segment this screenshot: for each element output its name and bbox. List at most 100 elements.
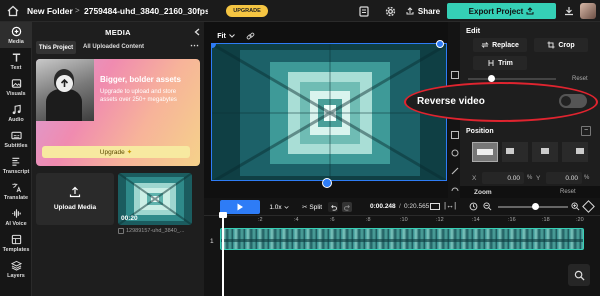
undo-icon[interactable]: [328, 202, 338, 212]
transcript-icon: [11, 157, 19, 166]
share-label: Share: [417, 6, 441, 16]
upgrade-label: UPGRADE: [233, 8, 261, 14]
timeline-search-button[interactable]: [568, 264, 590, 286]
zoom-slider-handle[interactable]: [532, 203, 539, 210]
video-track-clip[interactable]: [220, 228, 584, 250]
effects-icon[interactable]: [450, 148, 459, 157]
timeline: 1.0x ✂ Split 0:00.248 / 0:20.565 |↔| :2 …: [204, 198, 600, 296]
visuals-icon: [11, 78, 21, 88]
zoom-out-icon[interactable]: [482, 201, 493, 212]
fit-dropdown[interactable]: Fit: [214, 30, 238, 42]
promo-text: Upgrade to upload and store assets over …: [100, 89, 177, 103]
breadcrumb-separator: >: [75, 6, 80, 15]
time-separator: /: [399, 203, 401, 210]
playhead[interactable]: [222, 214, 224, 296]
rail-item-text[interactable]: Text: [0, 48, 32, 74]
replace-label: Replace: [492, 41, 519, 49]
y-value: 0.00: [565, 175, 578, 182]
rail-item-subtitles[interactable]: Subtitles: [0, 126, 32, 152]
translate-icon: [11, 182, 21, 192]
tab-this-project[interactable]: This Project: [36, 41, 76, 54]
project-name[interactable]: 2759484-uhd_3840_2160_30fps: [84, 6, 208, 16]
export-project-button[interactable]: Export Project: [447, 3, 556, 19]
reverse-video-toggle[interactable]: [559, 94, 587, 108]
x-position-input[interactable]: 0.00: [482, 172, 524, 184]
upload-arrow-icon: [56, 75, 73, 92]
position-title: Position: [466, 128, 494, 135]
rail-item-audio[interactable]: Audio: [0, 100, 32, 126]
search-icon: [574, 270, 585, 281]
playhead-handle[interactable]: [219, 212, 227, 218]
position-preset-2[interactable]: [502, 142, 528, 162]
resize-handle-tr[interactable]: [436, 40, 444, 48]
trim-icon: [488, 60, 494, 66]
upgrade-button[interactable]: UPGRADE: [226, 5, 268, 17]
collapse-position-icon[interactable]: −: [581, 126, 591, 136]
rail-label: Templates: [2, 246, 30, 253]
volume-slider-handle[interactable]: [488, 75, 495, 82]
rail-item-templates[interactable]: Templates: [0, 230, 32, 256]
zoom-label: Zoom: [474, 189, 492, 196]
rail-label: Subtitles: [4, 142, 28, 149]
media-clip-thumbnail[interactable]: 00:20: [118, 173, 192, 225]
share-icon: [406, 7, 414, 15]
video-frame: [212, 44, 446, 180]
speed-dropdown[interactable]: 1.0x: [266, 201, 292, 213]
waveform-toggle-icon[interactable]: [582, 200, 595, 213]
tab-all-uploaded[interactable]: All Uploaded Content: [83, 44, 144, 50]
upload-media-button[interactable]: Upload Media: [36, 173, 114, 225]
trim-button[interactable]: Trim: [473, 56, 527, 70]
fullscreen-icon[interactable]: [430, 203, 440, 210]
x-unit: %: [527, 175, 533, 181]
speed-icon[interactable]: [450, 184, 459, 193]
y-position-input[interactable]: 0.00: [546, 172, 582, 184]
crop-button[interactable]: Crop: [534, 38, 588, 52]
reset-label-1[interactable]: Reset: [572, 76, 588, 82]
rail-label: Text: [10, 64, 22, 71]
reset-label-2[interactable]: Reset: [560, 189, 576, 195]
rail-item-media[interactable]: Media: [0, 22, 32, 48]
link-tool-icon[interactable]: [450, 166, 459, 175]
media-panel: MEDIA This Project All Uploaded Content …: [32, 22, 204, 296]
volume-slider-track[interactable]: [468, 78, 556, 80]
download-icon[interactable]: [563, 5, 575, 17]
rail-item-transcript[interactable]: Transcript: [0, 152, 32, 178]
more-options-icon[interactable]: ⋯: [190, 40, 199, 51]
rail-item-ai-voice[interactable]: AI Voice: [0, 204, 32, 230]
avatar[interactable]: [580, 3, 596, 19]
timer-icon[interactable]: [468, 201, 479, 212]
zoom-in-icon[interactable]: [570, 201, 581, 212]
upload-label: Upload Media: [53, 204, 97, 211]
layout-icon[interactable]: [450, 70, 459, 79]
home-icon[interactable]: [6, 4, 20, 18]
tick-label: :8: [366, 217, 371, 223]
promo-upgrade-label: Upgrade: [99, 148, 125, 156]
promo-image: [36, 59, 94, 121]
promo-upgrade-button[interactable]: Upgrade ✦: [42, 146, 190, 158]
position-preset-1[interactable]: [472, 142, 498, 162]
templates-icon: [11, 234, 21, 244]
rail-item-translate[interactable]: Translate: [0, 178, 32, 204]
collapse-panel-icon[interactable]: [192, 27, 202, 37]
rail-item-visuals[interactable]: Visuals: [0, 74, 32, 100]
position-preset-3[interactable]: [532, 142, 558, 162]
split-button[interactable]: ✂ Split: [298, 201, 326, 213]
tab-label: This Project: [38, 44, 74, 51]
replace-button[interactable]: Replace: [473, 38, 527, 52]
promo-title: Bigger, bolder assets: [100, 75, 181, 84]
fit-label: Fit: [217, 32, 226, 40]
notes-icon[interactable]: [357, 4, 371, 18]
rail-label: Visuals: [6, 90, 26, 97]
media-icon: [11, 26, 21, 36]
share-button[interactable]: Share: [404, 4, 442, 18]
rotate-handle[interactable]: [322, 178, 332, 188]
crop-tool-icon[interactable]: [450, 130, 459, 139]
fit-timeline-icon[interactable]: |↔|: [444, 201, 456, 210]
video-preview[interactable]: [211, 43, 447, 181]
breadcrumb-folder[interactable]: New Folder: [27, 6, 73, 16]
rail-item-layers[interactable]: Layers: [0, 256, 32, 282]
redo-icon[interactable]: [342, 202, 352, 212]
settings-icon[interactable]: [383, 4, 397, 18]
position-preset-4[interactable]: [562, 142, 588, 162]
link-icon[interactable]: [244, 30, 256, 42]
